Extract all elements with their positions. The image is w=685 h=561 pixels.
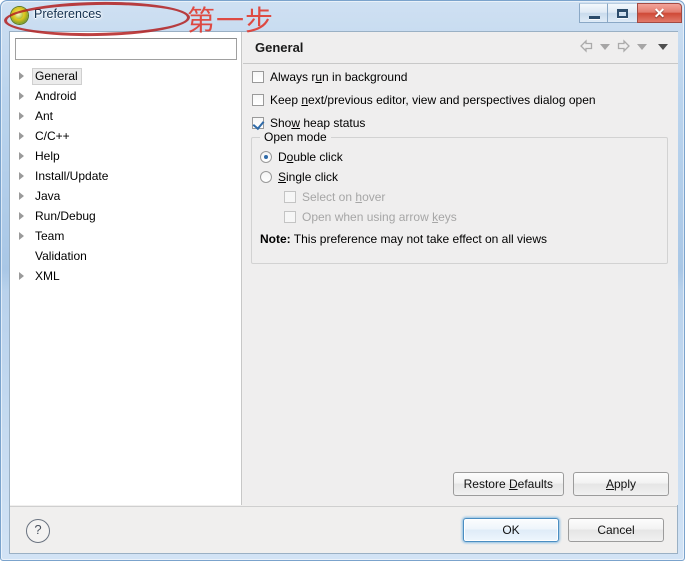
filter-input[interactable]	[15, 38, 237, 60]
note-text: This preference may not take effect on a…	[290, 232, 548, 246]
pane-header: General	[243, 32, 678, 63]
checkbox-label: Keep next/previous editor, view and pers…	[270, 93, 596, 107]
ok-button[interactable]: OK	[463, 518, 559, 542]
minimize-icon	[589, 16, 600, 19]
preferences-tree-pane: General Android Ant C/C++ Help Install/Update…	[10, 32, 242, 505]
tree-item-help[interactable]: Help	[10, 146, 242, 166]
close-icon: ✕	[653, 5, 666, 21]
back-arrow-icon[interactable]	[578, 38, 595, 55]
annotation-text: 第一步	[187, 4, 275, 37]
checkbox-icon[interactable]	[252, 71, 264, 83]
general-settings-pane: General Always run in background Keep ne…	[243, 32, 678, 505]
tree-item-label: Install/Update	[35, 168, 109, 183]
tree-item-run-debug[interactable]: Run/Debug	[10, 206, 242, 226]
cancel-button[interactable]: Cancel	[568, 518, 664, 542]
radio-icon[interactable]	[260, 171, 272, 183]
dialog-client-area: General Android Ant C/C++ Help Install/Update…	[9, 31, 678, 554]
window-controls: ✕	[579, 3, 682, 23]
page-title: General	[255, 40, 304, 55]
dialog-buttons: OK Cancel	[463, 518, 664, 542]
tree-item-label: C/C++	[35, 128, 70, 143]
filter-field-wrapper	[15, 38, 237, 60]
tree-item-general[interactable]: General	[10, 66, 242, 86]
open-mode-group-title: Open mode	[260, 130, 331, 144]
radio-row-1[interactable]: Single click	[252, 167, 667, 187]
expand-arrow-icon[interactable]	[19, 112, 24, 120]
expand-arrow-icon[interactable]	[19, 132, 24, 140]
forward-arrow-icon[interactable]	[615, 38, 632, 55]
radio-icon[interactable]	[260, 151, 272, 163]
tree-item-java[interactable]: Java	[10, 186, 242, 206]
expand-arrow-icon[interactable]	[19, 72, 24, 80]
preferences-tree[interactable]: General Android Ant C/C++ Help Install/Update…	[10, 66, 242, 505]
expand-arrow-icon[interactable]	[19, 152, 24, 160]
radio-label: Single click	[278, 170, 339, 184]
checkbox-icon	[284, 211, 296, 223]
checkbox-icon	[284, 191, 296, 203]
open-mode-group-body: Double click Single click Select on hover O…	[252, 138, 667, 246]
expand-arrow-icon[interactable]	[19, 172, 24, 180]
tree-item-label: Validation	[35, 248, 87, 263]
tree-item-label: General	[32, 67, 82, 85]
dialog-footer: ? OK Cancel	[10, 506, 677, 553]
tree-item-xml[interactable]: XML	[10, 266, 242, 286]
restore-defaults-button[interactable]: Restore Defaults	[452, 472, 564, 496]
checkbox-row-1[interactable]: Keep next/previous editor, view and pers…	[243, 90, 678, 110]
radio-row-0[interactable]: Double click	[252, 147, 667, 167]
expand-arrow-icon[interactable]	[19, 272, 24, 280]
general-checkbox-list: Always run in background Keep next/previo…	[243, 67, 678, 133]
tree-item-label: Help	[35, 148, 60, 163]
tree-item-label: Java	[35, 188, 61, 203]
apply-label: Apply	[605, 477, 637, 491]
maximize-button[interactable]	[608, 3, 637, 23]
pane-body: Always run in background Keep next/previo…	[243, 64, 678, 505]
checkbox-icon[interactable]	[252, 94, 264, 106]
open-mode-note: Note: This preference may not take effec…	[252, 232, 667, 246]
note-label: Note:	[260, 232, 291, 246]
restore-defaults-label: Restore Defaults	[463, 477, 553, 491]
expand-arrow-icon[interactable]	[19, 212, 24, 220]
help-icon[interactable]: ?	[26, 519, 50, 543]
maximize-icon	[617, 9, 628, 18]
tree-item-label: XML	[35, 268, 60, 283]
sub-checkbox-row-0: Select on hover	[252, 187, 667, 207]
tree-item-label: Android	[35, 88, 77, 103]
minimize-button[interactable]	[579, 3, 608, 23]
tree-item-validation[interactable]: Validation	[10, 246, 242, 266]
checkbox-icon[interactable]	[252, 117, 264, 129]
checkbox-label: Show heap status	[270, 116, 366, 130]
view-menu-chevron-down-icon[interactable]	[658, 43, 668, 50]
radio-label: Double click	[278, 150, 343, 164]
checkbox-label: Always run in background	[270, 70, 408, 84]
close-button[interactable]: ✕	[637, 3, 682, 23]
expand-arrow-icon[interactable]	[19, 92, 24, 100]
sub-checkbox-row-1: Open when using arrow keys	[252, 207, 667, 227]
tree-item-android[interactable]: Android	[10, 86, 242, 106]
tree-item-label: Team	[35, 228, 65, 243]
checkbox-row-0[interactable]: Always run in background	[243, 67, 678, 87]
checkbox-label: Select on hover	[302, 190, 386, 204]
pane-action-buttons: Restore Defaults Apply	[452, 472, 669, 496]
tree-item-ant[interactable]: Ant	[10, 106, 242, 126]
preferences-window: Preferences ✕ General Android Ant C/C++ Help…	[0, 0, 685, 561]
tree-item-install-update[interactable]: Install/Update	[10, 166, 242, 186]
pane-nav-toolbar	[578, 38, 670, 55]
forward-chevron-down-icon[interactable]	[637, 43, 647, 50]
back-chevron-down-icon[interactable]	[600, 43, 610, 50]
tree-item-c-c--[interactable]: C/C++	[10, 126, 242, 146]
tree-item-label: Ant	[35, 108, 54, 123]
tree-item-team[interactable]: Team	[10, 226, 242, 246]
expand-arrow-icon[interactable]	[19, 232, 24, 240]
checkbox-label: Open when using arrow keys	[302, 210, 457, 224]
apply-button[interactable]: Apply	[573, 472, 669, 496]
expand-arrow-icon[interactable]	[19, 192, 24, 200]
open-mode-group: Open mode Double click Single click Select…	[251, 130, 668, 264]
tree-item-label: Run/Debug	[35, 208, 96, 223]
